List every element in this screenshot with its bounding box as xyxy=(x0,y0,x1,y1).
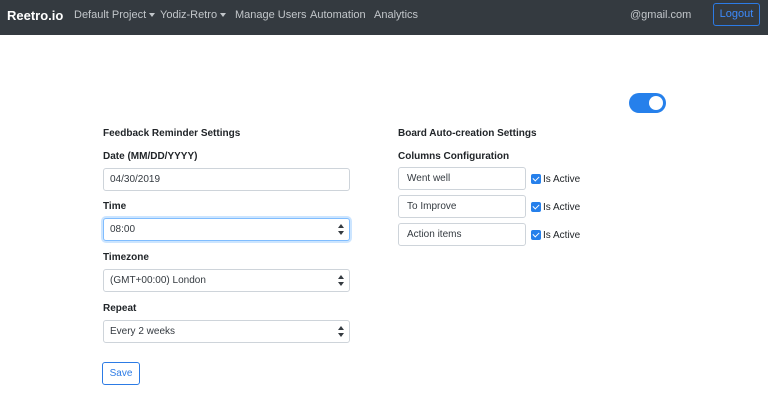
brand-logo[interactable]: Reetro.io xyxy=(7,8,63,23)
nav-manage-users[interactable]: Manage Users xyxy=(235,9,307,21)
repeat-select[interactable]: Every 2 weeks xyxy=(103,320,350,343)
timezone-label: Timezone xyxy=(103,252,149,263)
nav-yodiz-retro[interactable]: Yodiz-Retro xyxy=(160,9,227,21)
column-name-input[interactable]: Action items xyxy=(398,223,526,246)
repeat-label: Repeat xyxy=(103,303,137,314)
repeat-value: Every 2 weeks xyxy=(110,326,176,337)
is-active-checkbox[interactable] xyxy=(531,174,541,184)
timezone-value: (GMT+00:00) London xyxy=(110,275,206,286)
column-name-input[interactable]: Went well xyxy=(398,167,526,190)
is-active-label: Is Active xyxy=(543,230,581,241)
nav-default-project[interactable]: Default Project xyxy=(74,9,156,21)
settings-toggle[interactable] xyxy=(629,93,666,113)
chevron-down-icon xyxy=(149,13,156,18)
is-active-label: Is Active xyxy=(543,202,581,213)
date-value: 04/30/2019 xyxy=(110,174,161,185)
select-arrows-icon xyxy=(338,224,344,235)
toggle-knob xyxy=(649,96,663,110)
feedback-section-title: Feedback Reminder Settings xyxy=(103,128,241,139)
column-name-input[interactable]: To Improve xyxy=(398,195,526,218)
time-value: 08:00 xyxy=(110,224,136,235)
is-active-label: Is Active xyxy=(543,174,581,185)
nav-default-project-label: Default Project xyxy=(74,9,147,21)
is-active-checkbox[interactable] xyxy=(531,230,541,240)
column-name-value: Went well xyxy=(407,173,451,184)
user-email: @gmail.com xyxy=(630,9,692,21)
column-name-value: Action items xyxy=(407,229,462,240)
nav-yodiz-retro-label: Yodiz-Retro xyxy=(160,9,218,21)
date-label: Date (MM/DD/YYYY) xyxy=(103,151,198,162)
nav-analytics[interactable]: Analytics xyxy=(374,9,418,21)
columns-config-label: Columns Configuration xyxy=(398,151,510,162)
timezone-select[interactable]: (GMT+00:00) London xyxy=(103,269,350,292)
time-select[interactable]: 08:00 xyxy=(103,218,350,241)
date-input[interactable]: 04/30/2019 xyxy=(103,168,350,191)
time-label: Time xyxy=(103,201,127,212)
is-active-checkbox[interactable] xyxy=(531,202,541,212)
board-section-title: Board Auto-creation Settings xyxy=(398,128,537,139)
select-arrows-icon xyxy=(338,275,344,286)
logout-button[interactable]: Logout xyxy=(713,3,760,26)
column-name-value: To Improve xyxy=(407,201,457,212)
chevron-down-icon xyxy=(220,13,227,18)
top-navbar: Reetro.io Default Project Yodiz-Retro Ma… xyxy=(0,0,768,35)
save-button[interactable]: Save xyxy=(102,362,140,385)
nav-automation[interactable]: Automation xyxy=(310,9,366,21)
select-arrows-icon xyxy=(338,326,344,337)
